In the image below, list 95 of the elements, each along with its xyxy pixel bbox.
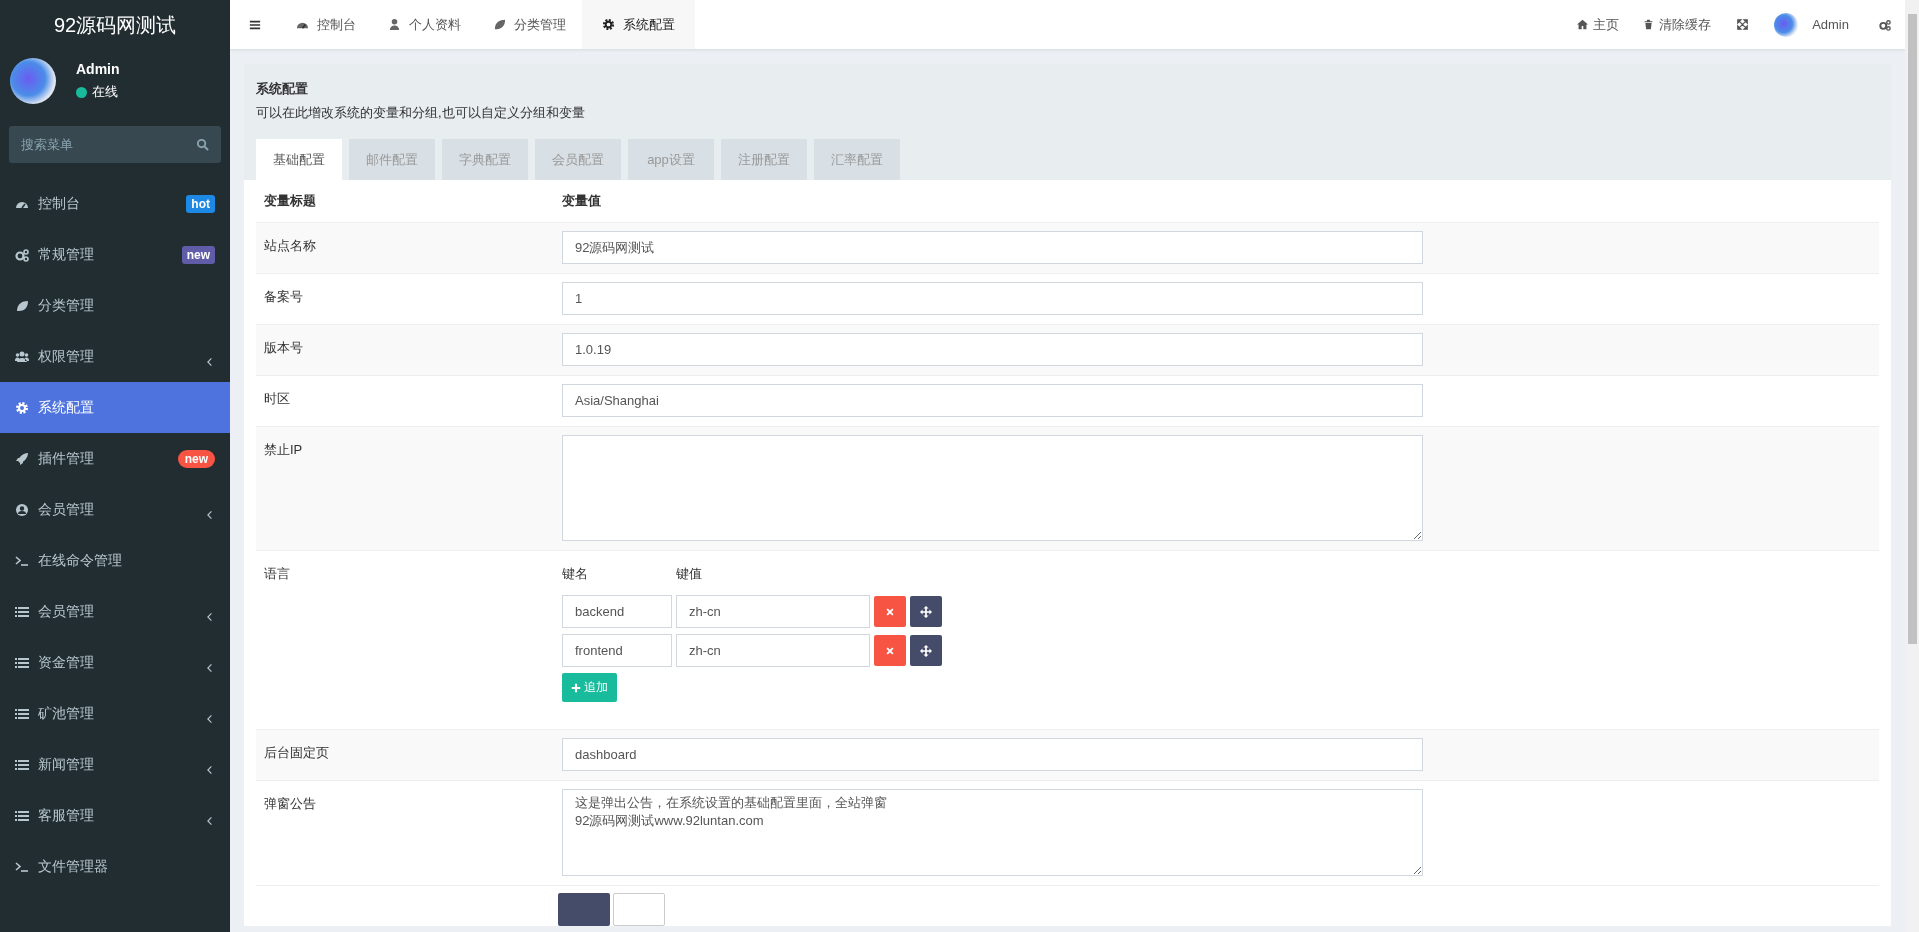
fullscreen-icon [1737, 19, 1749, 30]
sidebar-item[interactable]: 客服管理 [0, 790, 230, 841]
nav-tab[interactable]: 个人资料 [372, 0, 477, 49]
move-button[interactable] [910, 635, 942, 666]
list-icon [15, 655, 29, 670]
sidebar-item[interactable]: 系统配置 [0, 382, 230, 433]
sidebar-item[interactable]: 会员管理 [0, 484, 230, 535]
terminal-icon [15, 553, 29, 568]
logo-text: 92源码网测试 [52, 12, 178, 38]
value-field[interactable]: zh-cn [676, 634, 870, 667]
text-field[interactable]: 1.0.19 [562, 333, 1423, 366]
key-field[interactable]: backend [562, 595, 672, 628]
nav-tab[interactable]: 分类管理 [477, 0, 582, 49]
terminal-icon [15, 859, 29, 874]
sidebar-item[interactable]: 会员管理 [0, 586, 230, 637]
list-icon [15, 706, 29, 721]
scrollbar[interactable] [1905, 0, 1919, 932]
leaf-icon [493, 18, 506, 31]
move-icon [920, 605, 932, 618]
column-header: 变量标题 [263, 192, 317, 210]
list-icon [15, 757, 29, 772]
sidebar-item[interactable]: 矿池管理 [0, 688, 230, 739]
user-name[interactable]: Admin [1798, 17, 1865, 32]
sidebar-item[interactable]: 文件管理器 [0, 841, 230, 892]
sidebar-item[interactable]: 插件管理 new [0, 433, 230, 484]
list-icon [15, 808, 29, 823]
field-label: 弹窗公告 [263, 795, 317, 813]
user-name: Admin [76, 61, 120, 77]
search-field[interactable]: 搜索菜单 [9, 126, 221, 163]
column-label: 键值 [676, 565, 702, 583]
settings-icon [15, 400, 29, 415]
text-field[interactable]: dashboard [562, 738, 1423, 771]
settings-icon [602, 18, 615, 31]
textarea-field[interactable] [562, 435, 1423, 541]
reset-button[interactable] [613, 893, 665, 926]
value-field[interactable]: zh-cn [676, 595, 870, 628]
nav-tab[interactable]: 控制台 [280, 0, 372, 49]
chevron-icon [205, 815, 215, 826]
avatar [1774, 12, 1799, 37]
field-label: 后台固定页 [263, 744, 330, 762]
field-label: 版本号 [263, 339, 304, 357]
chevron-icon [205, 611, 215, 622]
sidebar-item[interactable]: 权限管理 [0, 331, 230, 382]
panel-title: 系统配置 [256, 80, 309, 98]
close-icon [885, 606, 895, 617]
menu-icon [249, 18, 261, 31]
move-icon [920, 644, 932, 657]
home-icon [1577, 19, 1589, 30]
sidebar-item[interactable]: 分类管理 [0, 280, 230, 331]
chevron-icon [205, 764, 215, 775]
field-label: 备案号 [263, 288, 304, 306]
column-header: 变量值 [561, 192, 601, 210]
list-icon [15, 604, 29, 619]
column-label: 键名 [562, 565, 589, 583]
user-icon [388, 18, 401, 31]
chevron-icon [205, 356, 215, 367]
users-icon [15, 349, 29, 364]
panel-description: 可以在此增改系统的变量和分组,也可以自定义分组和变量 [256, 104, 586, 122]
key-field[interactable]: frontend [562, 634, 672, 667]
text-field[interactable]: 1 [562, 282, 1423, 315]
badge: new [181, 245, 215, 264]
sidebar-item[interactable]: 新闻管理 [0, 739, 230, 790]
sidebar-item[interactable]: 资金管理 [0, 637, 230, 688]
text-field[interactable]: 92源码网测试 [562, 231, 1423, 264]
nav-link[interactable]: 主页 [1565, 15, 1632, 34]
sidebar-item[interactable]: 常规管理 new [0, 229, 230, 280]
move-button[interactable] [910, 596, 942, 627]
field-label: 语言 [263, 565, 291, 583]
field-label: 时区 [263, 390, 291, 408]
nav-link[interactable]: 清除缓存 [1631, 15, 1724, 34]
user-status: 在线 [92, 83, 118, 101]
textarea-field[interactable]: 这是弹出公告，在系统设置的基础配置里面，全站弹窗 92源码网测试www.92luntan.com [562, 789, 1423, 876]
text-field[interactable]: Asia/Shanghai [562, 384, 1423, 417]
sidebar-item[interactable]: 在线命令管理 [0, 535, 230, 586]
chevron-icon [205, 662, 215, 673]
nav-tab[interactable]: 系统配置 [582, 0, 695, 49]
settings-icon [1879, 18, 1891, 31]
badge: hot [186, 194, 215, 213]
user-circle-icon [15, 502, 29, 517]
trash-icon [1643, 19, 1655, 30]
avatar [10, 58, 56, 104]
field-label: 站点名称 [263, 237, 317, 255]
close-icon [885, 645, 895, 656]
plus-icon [571, 682, 581, 693]
status-dot [76, 86, 87, 98]
search-icon [196, 138, 209, 151]
field-label: 禁止IP [263, 441, 304, 459]
rocket-icon [15, 451, 29, 466]
badge: new [177, 449, 215, 468]
chevron-icon [205, 509, 215, 520]
chevron-icon [205, 713, 215, 724]
sidebar-item[interactable]: 控制台 hot [0, 178, 230, 229]
leaf-icon [15, 298, 29, 313]
config-tab[interactable]: 基础配置 [256, 139, 342, 180]
cogs-icon [15, 247, 29, 262]
